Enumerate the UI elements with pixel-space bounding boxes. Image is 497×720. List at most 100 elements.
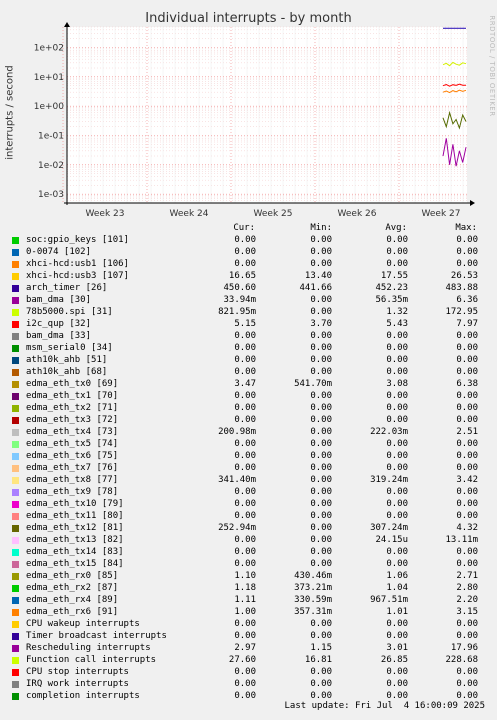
legend-series-name: CPU wakeup interrupts <box>26 619 140 629</box>
munin-graph: Individual interrupts - by month interru… <box>0 0 497 720</box>
legend-swatch <box>12 261 19 268</box>
legend-cur: 5.15 <box>234 319 256 329</box>
legend-min: 0.00 <box>310 355 332 365</box>
legend-cur: 27.60 <box>228 655 256 665</box>
legend-row: edma_eth_tx8 [77] 341.40m 0.00 319.24m 3.42 <box>12 474 492 486</box>
legend-cur: 0.00 <box>234 679 256 689</box>
legend-swatch <box>12 573 19 580</box>
legend-series-name: Timer broadcast interrupts <box>26 631 167 641</box>
legend-cur: 1.00 <box>234 607 256 617</box>
legend-cur: 0.00 <box>234 259 256 269</box>
legend-max: 0.00 <box>456 619 478 629</box>
legend-series-name: edma_eth_tx14 [83] <box>26 547 124 557</box>
legend-series-name: ath10k_ahb [68] <box>26 367 108 377</box>
legend-avg: 307.24m <box>370 523 408 533</box>
legend-max: 0.00 <box>456 391 478 401</box>
legend-cur: 0.00 <box>234 343 256 353</box>
legend-min: 0.00 <box>310 367 332 377</box>
header-max: Max: <box>455 223 477 233</box>
legend-series-name: Function call interrupts <box>26 655 157 665</box>
legend-swatch <box>12 585 19 592</box>
legend-avg: 222.03m <box>370 427 408 437</box>
legend-avg: 24.15u <box>375 535 408 545</box>
legend-avg: 0.00 <box>386 667 408 677</box>
legend-min: 0.00 <box>310 259 332 269</box>
legend-series-name: edma_eth_tx1 [70] <box>26 391 119 401</box>
legend-swatch <box>12 597 19 604</box>
legend-series-name: edma_eth_tx10 [79] <box>26 499 124 509</box>
legend-cur: 0.00 <box>234 487 256 497</box>
legend-avg: 0.00 <box>386 679 408 689</box>
legend-cur: 821.95m <box>218 307 256 317</box>
legend-min: 0.00 <box>310 343 332 353</box>
legend-series-name: Rescheduling interrupts <box>26 643 151 653</box>
legend-min: 0.00 <box>310 475 332 485</box>
legend-avg: 1.01 <box>386 607 408 617</box>
legend-swatch <box>12 441 19 448</box>
legend-cur: 0.00 <box>234 619 256 629</box>
legend-avg: 319.24m <box>370 475 408 485</box>
legend-series-name: edma_eth_rx2 [87] <box>26 583 119 593</box>
legend-avg: 0.00 <box>386 343 408 353</box>
legend-avg: 0.00 <box>386 247 408 257</box>
legend-row: Timer broadcast interrupts 0.00 0.00 0.00 0.… <box>12 630 492 642</box>
legend-swatch <box>12 657 19 664</box>
legend-swatch <box>12 501 19 508</box>
legend-avg: 0.00 <box>386 331 408 341</box>
chart-plot: 1e+021e+011e+001e-011e-021e-03 Week 23 We… <box>34 22 475 219</box>
legend-swatch <box>12 681 19 688</box>
y-tick-label: 1e+02 <box>34 44 64 54</box>
header-min: Min: <box>310 223 332 233</box>
legend-series-name: edma_eth_tx4 [73] <box>26 427 119 437</box>
x-axis-arrow <box>470 200 475 206</box>
legend-avg: 0.00 <box>386 439 408 449</box>
legend-swatch <box>12 393 19 400</box>
legend-avg: 1.32 <box>386 307 408 317</box>
legend-min: 0.00 <box>310 295 332 305</box>
legend-min: 0.00 <box>310 547 332 557</box>
legend-min: 0.00 <box>310 631 332 641</box>
legend-max: 3.15 <box>456 607 478 617</box>
legend-row: i2c_qup [32] 5.15 3.70 5.43 7.97 <box>12 318 492 330</box>
legend-min: 0.00 <box>310 451 332 461</box>
legend-row: arch_timer [26] 450.60 441.66 452.23 483.88 <box>12 282 492 294</box>
legend-min: 357.31m <box>294 607 332 617</box>
legend-row: soc:gpio_keys [101] 0.00 0.00 0.00 0.00 <box>12 234 492 246</box>
legend-row: edma_eth_tx2 [71] 0.00 0.00 0.00 0.00 <box>12 402 492 414</box>
legend-avg: 26.85 <box>380 655 408 665</box>
legend-swatch <box>12 621 19 628</box>
legend-cur: 0.00 <box>234 535 256 545</box>
legend-max: 2.20 <box>456 595 478 605</box>
legend-series-name: ath10k_ahb [51] <box>26 355 108 365</box>
legend-cur: 0.00 <box>234 355 256 365</box>
legend-cur: 200.98m <box>218 427 256 437</box>
legend-min: 0.00 <box>310 523 332 533</box>
legend-avg: 452.23 <box>375 283 408 293</box>
legend-avg: 0.00 <box>386 403 408 413</box>
legend-row: edma_eth_tx6 [75] 0.00 0.00 0.00 0.00 <box>12 450 492 462</box>
legend-avg: 0.00 <box>386 451 408 461</box>
legend-swatch <box>12 477 19 484</box>
legend-min: 441.66 <box>299 283 332 293</box>
legend-avg: 0.00 <box>386 391 408 401</box>
legend-row: msm_serial0 [34] 0.00 0.00 0.00 0.00 <box>12 342 492 354</box>
legend-min: 0.00 <box>310 427 332 437</box>
legend-series-name: arch_timer [26] <box>26 283 108 293</box>
legend-max: 0.00 <box>456 403 478 413</box>
legend-min: 0.00 <box>310 247 332 257</box>
legend-avg: 0.00 <box>386 547 408 557</box>
legend-min: 16.81 <box>304 655 332 665</box>
legend-swatch <box>12 237 19 244</box>
legend-max: 17.96 <box>450 643 478 653</box>
legend-avg: 1.06 <box>386 571 408 581</box>
legend-cur: 2.97 <box>234 643 256 653</box>
legend-row: xhci-hcd:usb3 [107] 16.65 13.40 17.55 26.53 <box>12 270 492 282</box>
legend-max: 4.32 <box>456 523 478 533</box>
legend-swatch <box>12 285 19 292</box>
legend-max: 0.00 <box>456 331 478 341</box>
legend-max: 7.97 <box>456 319 478 329</box>
legend-series-name: edma_eth_tx8 [77] <box>26 475 119 485</box>
y-tick-label: 1e-01 <box>38 132 64 142</box>
legend-series-name: xhci-hcd:usb3 [107] <box>26 271 129 281</box>
legend-series-name: edma_eth_rx6 [91] <box>26 607 119 617</box>
